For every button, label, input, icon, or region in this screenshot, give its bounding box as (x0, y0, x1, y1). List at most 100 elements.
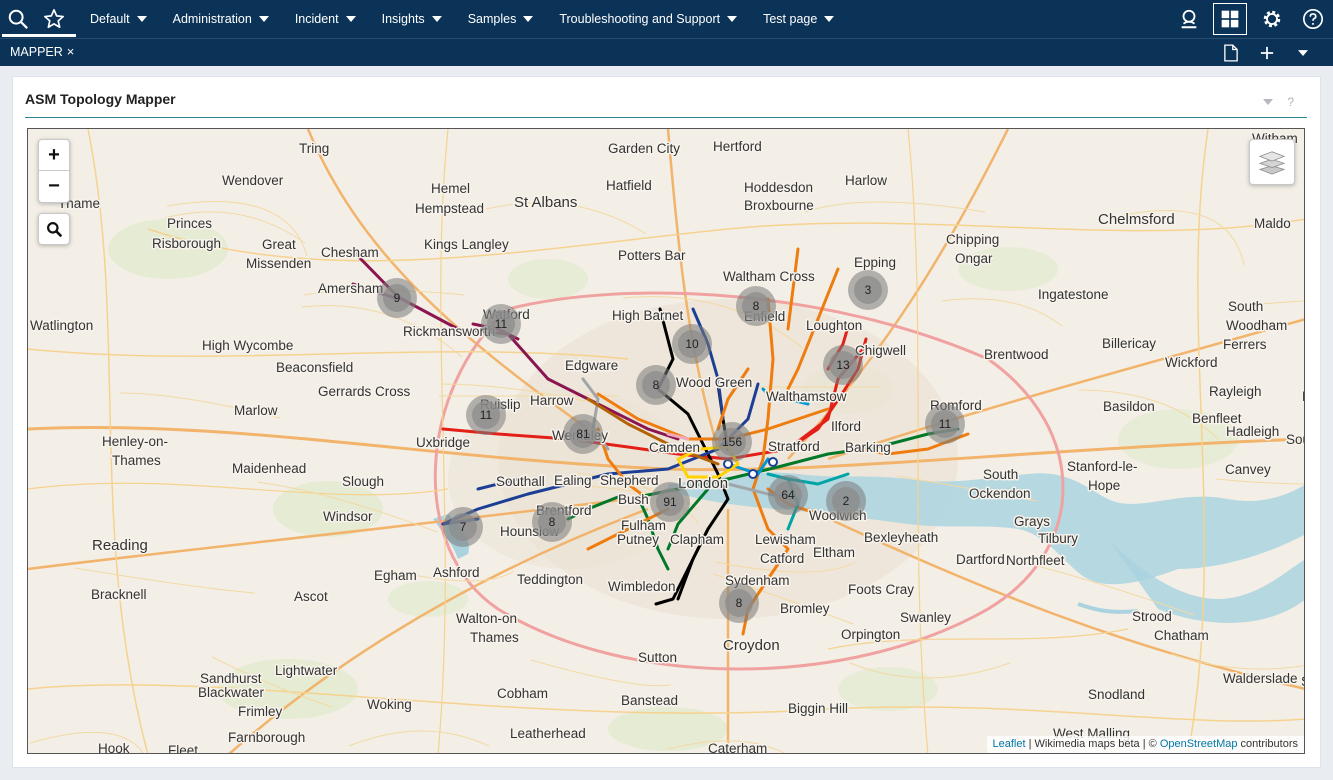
menu-test-page[interactable]: Test page (749, 0, 846, 38)
cluster-marker[interactable]: 8 (719, 583, 759, 623)
tab-label: MAPPER (10, 44, 63, 59)
cluster-marker[interactable]: 10 (672, 324, 712, 364)
dashboard-grid-icon[interactable] (1213, 3, 1247, 35)
layers-control[interactable] (1249, 139, 1295, 185)
gear-icon[interactable] (1251, 0, 1292, 38)
place-label: Epping (854, 255, 896, 270)
place-label: Maldo (1254, 216, 1291, 231)
search-icon[interactable] (0, 0, 36, 38)
place-label: Gerrards Cross (318, 384, 411, 399)
place-label: Ealing (554, 473, 592, 488)
place-label: Ascot (294, 589, 328, 604)
cluster-marker[interactable]: 64 (768, 475, 808, 515)
place-label: Egham (374, 568, 417, 583)
main-menu: Default Administration Incident Insights… (76, 0, 846, 38)
panel-help-icon[interactable]: ? (1287, 95, 1294, 109)
place-label: Walton-on (456, 611, 517, 626)
map-search-button[interactable] (38, 213, 70, 245)
station-marker[interactable] (768, 457, 778, 467)
cluster-marker[interactable]: 9 (377, 278, 417, 318)
place-label: Camden (649, 440, 700, 455)
place-label: South (1228, 299, 1263, 314)
place-label: Ferrers (1223, 337, 1267, 352)
place-label: Harrow (530, 393, 574, 408)
menu-incident[interactable]: Incident (281, 0, 368, 38)
place-label: Amersham (318, 281, 383, 296)
cluster-count: 11 (495, 317, 508, 331)
place-label: Ockendon (969, 486, 1031, 501)
caret-down-icon (824, 16, 835, 22)
cluster-count: 2 (843, 494, 850, 508)
cluster-marker[interactable]: 7 (443, 507, 483, 547)
place-label: Lewisham (755, 532, 816, 547)
cluster-marker[interactable]: 81 (563, 414, 603, 454)
cluster-marker[interactable]: 8 (532, 502, 572, 542)
place-label: Foots Cray (848, 582, 914, 597)
place-label: Strood (1132, 609, 1172, 624)
tab-bar: MAPPER × (0, 38, 1333, 66)
panel-menu-chevron-icon[interactable] (1263, 99, 1274, 105)
cluster-count: 11 (939, 417, 952, 431)
caret-down-icon (523, 16, 534, 22)
close-icon[interactable]: × (67, 44, 75, 59)
place-label: Hadleigh (1226, 424, 1279, 439)
cluster-marker[interactable]: 156 (712, 422, 752, 462)
place-label: Swanley (900, 610, 951, 625)
cluster-marker[interactable]: 3 (848, 270, 888, 310)
menu-default[interactable]: Default (76, 0, 159, 38)
tab-mapper[interactable]: MAPPER × (10, 44, 74, 59)
star-icon[interactable] (36, 0, 72, 38)
menu-troubleshooting[interactable]: Troubleshooting and Support (545, 0, 749, 38)
leaflet-link[interactable]: Leaflet (993, 738, 1026, 750)
zoom-out-button[interactable]: − (39, 171, 69, 202)
layers-icon (1258, 151, 1286, 175)
cluster-marker[interactable]: 13 (823, 345, 863, 385)
cluster-marker[interactable]: 91 (650, 482, 690, 522)
caret-down-icon (345, 16, 356, 22)
place-label: Brentwood (984, 347, 1049, 362)
place-label: Blackwater (198, 685, 265, 700)
cluster-marker[interactable]: 8 (736, 286, 776, 326)
topology-mapper-panel: ASM Topology Mapper ? Tring Garden City … (12, 76, 1321, 768)
place-label: High Wycombe (202, 338, 293, 353)
menu-samples[interactable]: Samples (454, 0, 546, 38)
map-canvas[interactable]: TringGarden CityHertfordWithamWendoverHe… (27, 128, 1305, 754)
new-page-icon[interactable] (1213, 41, 1249, 65)
zoom-control: + − (38, 139, 70, 203)
caret-down-icon (258, 16, 269, 22)
place-label: Catford (760, 551, 804, 566)
place-label: Ongar (955, 251, 993, 266)
menu-label: Insights (381, 12, 425, 26)
user-icon[interactable] (1168, 0, 1209, 38)
cluster-marker[interactable]: 2 (826, 481, 866, 521)
place-label: Garden City (608, 141, 680, 156)
place-label: Croydon (723, 637, 780, 654)
zoom-in-button[interactable]: + (39, 140, 69, 171)
place-label: Caterham (708, 741, 767, 754)
menu-administration[interactable]: Administration (159, 0, 281, 38)
place-label: Billericay (1102, 336, 1156, 351)
osm-link[interactable]: OpenStreetMap (1160, 738, 1238, 750)
place-label: Walderslade (1223, 671, 1298, 686)
place-label: Potters Bar (618, 248, 686, 263)
map-svg[interactable]: TringGarden CityHertfordWithamWendoverHe… (28, 129, 1305, 754)
add-icon[interactable] (1249, 41, 1285, 65)
dropdown-icon[interactable] (1285, 41, 1321, 65)
cluster-marker[interactable]: 11 (481, 304, 521, 344)
cluster-count: 8 (549, 515, 556, 529)
place-label: Chipping (946, 232, 999, 247)
cluster-count: 13 (836, 358, 850, 372)
menu-insights[interactable]: Insights (368, 0, 454, 38)
cluster-marker[interactable]: 11 (466, 395, 506, 435)
help-icon[interactable] (1292, 0, 1333, 38)
place-label: Sandhurst (200, 671, 262, 686)
cluster-marker[interactable]: 11 (925, 404, 965, 444)
place-label: Tilbury (1038, 531, 1078, 546)
place-label: Orpington (841, 627, 900, 642)
station-marker[interactable] (748, 469, 758, 479)
place-label: Bexleyheath (864, 530, 938, 545)
place-label: Farnborough (228, 730, 305, 745)
cluster-marker[interactable]: 8 (636, 365, 676, 405)
place-label: Chatham (1154, 628, 1209, 643)
cluster-count: 91 (663, 495, 677, 509)
